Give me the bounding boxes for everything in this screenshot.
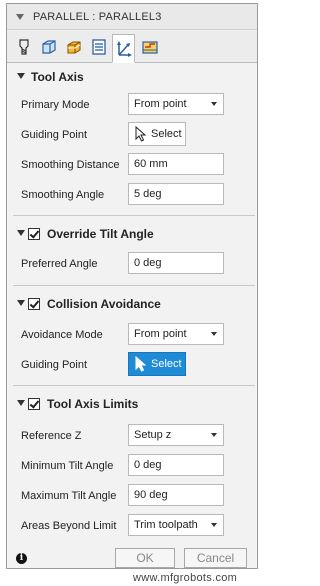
areas-beyond-limit-label: Areas Beyond Limit [21,520,117,532]
reference-z-label: Reference Z [21,430,82,442]
section-tool-axis[interactable]: Tool Axis [7,67,257,89]
operation-dialog: PARALLEL : PARALLEL3 Tool Axis Primary M… [6,3,258,569]
tab-heights[interactable] [62,35,85,59]
primary-mode-select[interactable]: From point [128,93,224,115]
section-collision-avoidance[interactable]: Collision Avoidance [7,294,257,316]
tab-axis[interactable] [112,34,135,63]
chevron-down-icon [211,433,217,437]
collapse-dialog-icon[interactable] [15,12,25,22]
max-tilt-label: Maximum Tilt Angle [21,490,117,502]
section-title: Tool Axis Limits [47,397,139,411]
collapse-triangle-icon[interactable] [17,300,25,306]
cancel-button[interactable]: Cancel [184,548,247,568]
reference-z-value: Setup z [134,429,172,441]
preferred-angle-input[interactable]: 0 deg [128,252,224,274]
section-divider [13,385,255,386]
section-tool-axis-limits[interactable]: Tool Axis Limits [7,394,257,416]
avoidance-mode-select[interactable]: From point [128,323,224,345]
passes-icon [91,39,106,55]
cursor-arrow-icon [135,126,147,142]
primary-mode-label: Primary Mode [21,99,90,111]
collision-guiding-point-select-button[interactable]: Select [128,352,186,376]
dialog-title: PARALLEL : PARALLEL3 [33,11,162,23]
smoothing-angle-input[interactable]: 5 deg [128,183,224,205]
tab-bar [7,31,257,63]
reference-z-select[interactable]: Setup z [128,424,224,446]
tool-icon [18,39,29,55]
section-override-tilt[interactable]: Override Tilt Angle [7,224,257,246]
info-icon[interactable]: i [16,553,27,564]
areas-beyond-limit-select[interactable]: Trim toolpath [128,514,224,536]
primary-mode-value: From point [134,98,187,110]
section-title: Tool Axis [31,70,84,84]
max-tilt-input[interactable]: 90 deg [128,484,224,506]
section-title: Collision Avoidance [47,297,161,311]
chevron-down-icon [211,523,217,527]
chevron-down-icon [211,102,217,106]
geometry-icon [41,40,56,54]
collision-avoidance-checkbox[interactable] [28,298,40,310]
areas-beyond-limit-value: Trim toolpath [134,519,198,531]
tab-tool[interactable] [12,35,35,59]
watermark-text: www.mfgrobots.com [133,572,238,584]
override-tilt-checkbox[interactable] [28,228,40,240]
guiding-point-select-button[interactable]: Select [128,122,186,146]
smoothing-angle-label: Smoothing Angle [21,189,105,201]
collapse-triangle-icon[interactable] [17,230,25,236]
min-tilt-input[interactable]: 0 deg [128,454,224,476]
preferred-angle-label: Preferred Angle [21,258,98,270]
section-title: Override Tilt Angle [47,227,154,241]
tool-axis-limits-checkbox[interactable] [28,398,40,410]
collapse-triangle-icon[interactable] [17,73,25,79]
section-divider [13,215,255,216]
collapse-triangle-icon[interactable] [17,400,25,406]
axis-icon [116,40,132,57]
chevron-down-icon [211,332,217,336]
heights-icon [66,41,81,54]
smoothing-distance-label: Smoothing Distance [21,159,120,171]
select-button-label: Select [151,128,182,140]
cursor-arrow-icon [135,356,147,372]
tab-geometry[interactable] [37,35,60,59]
select-button-label: Select [151,358,182,370]
guiding-point-label: Guiding Point [21,359,88,371]
title-bar[interactable]: PARALLEL : PARALLEL3 [7,4,257,30]
linking-icon [141,41,158,54]
guiding-point-label: Guiding Point [21,129,88,141]
smoothing-distance-input[interactable]: 60 mm [128,153,224,175]
tab-passes[interactable] [87,35,110,59]
section-divider [13,285,255,286]
min-tilt-label: Minimum Tilt Angle [21,460,114,472]
avoidance-mode-value: From point [134,328,187,340]
tab-linking[interactable] [138,35,161,59]
avoidance-mode-label: Avoidance Mode [21,329,103,341]
ok-button[interactable]: OK [115,548,175,568]
